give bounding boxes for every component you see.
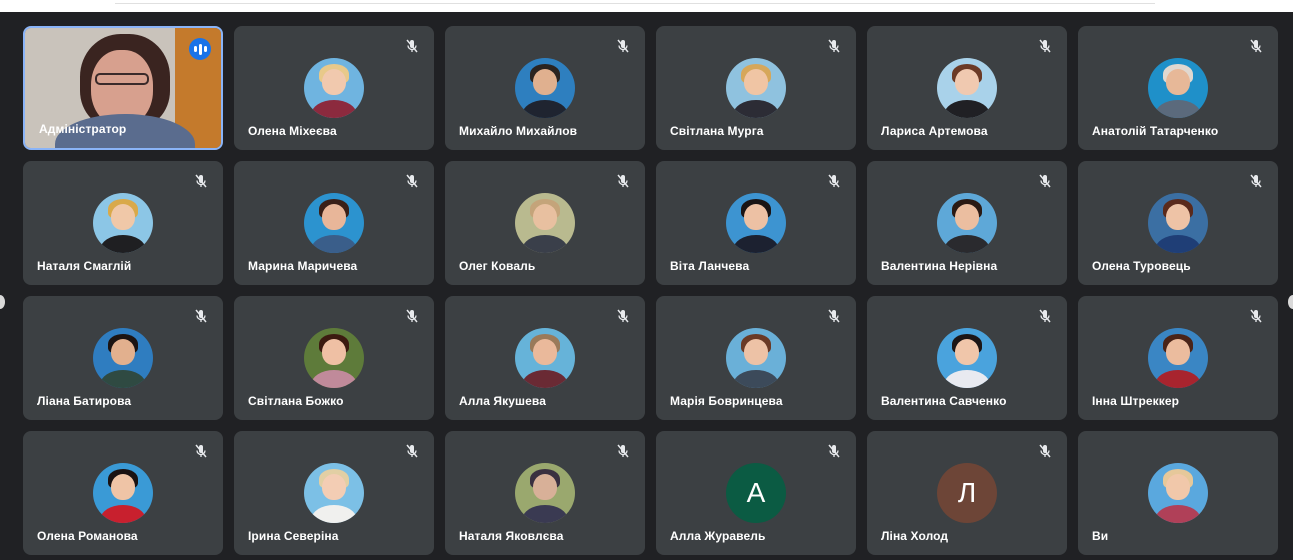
participant-name: Олена Романова	[37, 529, 138, 543]
participant-tile[interactable]: Алла Якушева	[445, 296, 645, 420]
participant-tile[interactable]: Анатолій Татарченко	[1078, 26, 1278, 150]
avatar	[937, 328, 997, 388]
participant-name: Олег Коваль	[459, 259, 536, 273]
mic-off-icon	[615, 308, 631, 324]
mic-off-icon	[193, 443, 209, 459]
participant-tile[interactable]: Олег Коваль	[445, 161, 645, 285]
participant-grid: Адміністратор Олена Міхеєва Михайло Михайл…	[23, 26, 1278, 555]
participant-name: Ліана Батирова	[37, 394, 132, 408]
avatar	[1148, 58, 1208, 118]
mic-off-icon	[404, 38, 420, 54]
avatar	[515, 193, 575, 253]
mic-off-icon	[615, 443, 631, 459]
mic-off-icon	[1248, 173, 1264, 189]
mic-off-icon	[1248, 308, 1264, 324]
participant-tile[interactable]: Лариса Артемова	[867, 26, 1067, 150]
participant-tile[interactable]: Ви	[1078, 431, 1278, 555]
participant-name: Анатолій Татарченко	[1092, 124, 1219, 138]
avatar	[726, 58, 786, 118]
avatar	[1148, 193, 1208, 253]
participant-name: Олена Міхеєва	[248, 124, 337, 138]
avatar-initial: А	[726, 463, 786, 523]
participant-tile[interactable]: Ірина Северіна	[234, 431, 434, 555]
participant-tile[interactable]: Валентина Савченко	[867, 296, 1067, 420]
participant-tile[interactable]: Марія Бовринцева	[656, 296, 856, 420]
right-scroll-handle[interactable]	[1288, 295, 1293, 309]
participant-tile[interactable]: Світлана Божко	[234, 296, 434, 420]
mic-off-icon	[1037, 443, 1053, 459]
participant-name: Ліна Холод	[881, 529, 949, 543]
participant-name: Алла Журавель	[670, 529, 766, 543]
participant-name: Валентина Нерівна	[881, 259, 998, 273]
mic-off-icon	[404, 308, 420, 324]
participant-name: Ви	[1092, 529, 1109, 543]
participant-tile[interactable]: Адміністратор	[23, 26, 223, 150]
mic-off-icon	[193, 308, 209, 324]
participant-name: Марина Маричева	[248, 259, 358, 273]
mic-off-icon	[193, 173, 209, 189]
participant-name: Ірина Северіна	[248, 529, 339, 543]
participant-tile[interactable]: Марина Маричева	[234, 161, 434, 285]
left-scroll-handle[interactable]	[0, 295, 5, 309]
mic-off-icon	[826, 308, 842, 324]
avatar	[304, 463, 364, 523]
participant-name: Адміністратор	[39, 122, 127, 136]
participant-tile[interactable]: Світлана Мурга	[656, 26, 856, 150]
mic-off-icon	[1248, 38, 1264, 54]
participant-tile[interactable]: Олена Романова	[23, 431, 223, 555]
participant-name: Валентина Савченко	[881, 394, 1007, 408]
avatar	[726, 328, 786, 388]
participant-tile[interactable]: Л Ліна Холод	[867, 431, 1067, 555]
mic-off-icon	[404, 173, 420, 189]
participant-tile[interactable]: Михайло Михайлов	[445, 26, 645, 150]
participant-tile[interactable]: Валентина Нерівна	[867, 161, 1067, 285]
avatar	[937, 58, 997, 118]
participant-name: Марія Бовринцева	[670, 394, 783, 408]
participant-name: Алла Якушева	[459, 394, 546, 408]
browser-top-bar	[0, 0, 1293, 12]
mic-off-icon	[1037, 173, 1053, 189]
mic-off-icon	[615, 173, 631, 189]
mic-off-icon	[826, 173, 842, 189]
mic-off-icon	[615, 38, 631, 54]
avatar	[304, 58, 364, 118]
mic-off-icon	[404, 443, 420, 459]
participant-tile[interactable]: Олена Туровець	[1078, 161, 1278, 285]
avatar	[1148, 328, 1208, 388]
participant-name: Наталя Яковлєва	[459, 529, 564, 543]
participant-name: Світлана Мурга	[670, 124, 764, 138]
avatar	[937, 193, 997, 253]
participant-name: Інна Штреккер	[1092, 394, 1180, 408]
participant-tile[interactable]: Наталя Яковлєва	[445, 431, 645, 555]
participant-name: Лариса Артемова	[881, 124, 988, 138]
participant-name: Михайло Михайлов	[459, 124, 578, 138]
avatar-initial: Л	[937, 463, 997, 523]
participant-tile[interactable]: Ліана Батирова	[23, 296, 223, 420]
participant-tile[interactable]: Наталя Смаглій	[23, 161, 223, 285]
participant-tile[interactable]: Інна Штреккер	[1078, 296, 1278, 420]
avatar	[93, 463, 153, 523]
participant-tile[interactable]: Олена Міхеєва	[234, 26, 434, 150]
avatar	[93, 193, 153, 253]
avatar	[515, 58, 575, 118]
avatar	[515, 328, 575, 388]
speaking-indicator-icon	[189, 38, 211, 60]
mic-off-icon	[1037, 308, 1053, 324]
mic-off-icon	[826, 38, 842, 54]
avatar	[1148, 463, 1208, 523]
participant-name: Наталя Смаглій	[37, 259, 132, 273]
mic-off-icon	[1037, 38, 1053, 54]
avatar	[304, 193, 364, 253]
participant-tile[interactable]: А Алла Журавель	[656, 431, 856, 555]
participant-name: Світлана Божко	[248, 394, 344, 408]
participant-name: Олена Туровець	[1092, 259, 1191, 273]
avatar	[515, 463, 575, 523]
avatar	[304, 328, 364, 388]
participant-name: Віта Ланчева	[670, 259, 750, 273]
avatar	[93, 328, 153, 388]
top-divider	[115, 3, 1155, 4]
avatar	[726, 193, 786, 253]
participant-tile[interactable]: Віта Ланчева	[656, 161, 856, 285]
mic-off-icon	[826, 443, 842, 459]
